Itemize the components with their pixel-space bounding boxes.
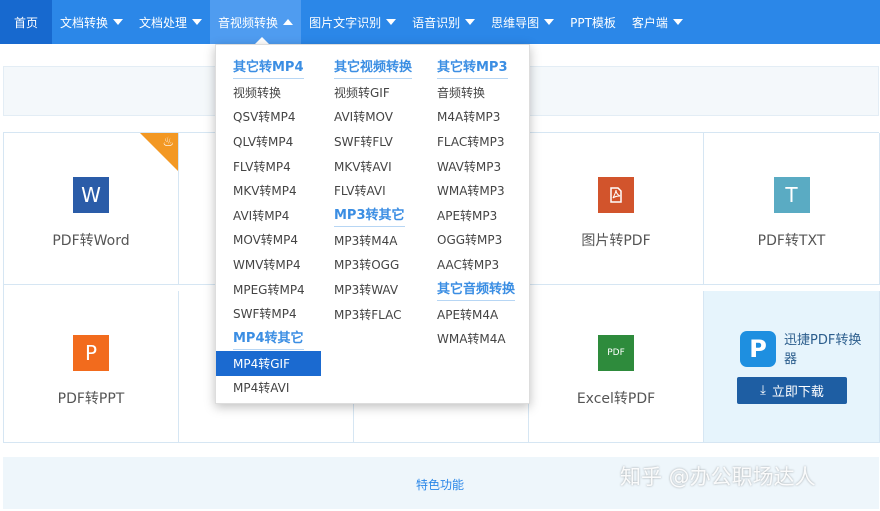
- dropdown-item[interactable]: FLV转AVI: [334, 178, 429, 203]
- top-nav: 首页 文档转换 文档处理 音视频转换 图片文字识别 语音识别 思维导图 PPT模…: [0, 0, 880, 44]
- caret-down-icon: [544, 19, 555, 25]
- nav-item-client[interactable]: 客户端: [624, 0, 691, 44]
- dropdown-item[interactable]: MPEG转MP4: [216, 277, 321, 302]
- dropdown-item[interactable]: AAC转MP3: [437, 252, 529, 277]
- dropdown-column-mp3: 其它转MP3 音频转换 M4A转MP3 FLAC转MP3 WAV转MP3 WMA…: [437, 55, 529, 351]
- tool-label: PDF转Word: [52, 233, 130, 249]
- dropdown-item[interactable]: QLV转MP4: [216, 129, 321, 154]
- caret-down-icon: [386, 19, 397, 25]
- tool-label: PDF转PPT: [57, 391, 125, 407]
- dropdown-item[interactable]: MP3转M4A: [334, 228, 429, 253]
- dropdown-item[interactable]: SWF转FLV: [334, 129, 429, 154]
- tool-card-pdf-to-ppt[interactable]: P PDF转PPT: [4, 291, 179, 443]
- nav-item-label: 首页: [14, 15, 39, 30]
- dropdown-item[interactable]: AVI转MP4: [216, 203, 321, 228]
- dropdown-item[interactable]: AVI转MOV: [334, 105, 429, 130]
- nav-item-ppt[interactable]: PPT模板: [562, 0, 624, 44]
- nav-item-label: 思维导图: [491, 15, 540, 30]
- dropdown-item[interactable]: QSV转MP4: [216, 105, 321, 130]
- dropdown-item[interactable]: MKV转MP4: [216, 178, 321, 203]
- dropdown-item[interactable]: WMA转M4A: [437, 326, 529, 351]
- dropdown-item[interactable]: APE转MP3: [437, 203, 529, 228]
- dropdown-item[interactable]: 视频转GIF: [334, 80, 429, 105]
- dropdown-item[interactable]: 视频转换: [216, 80, 321, 105]
- dropdown-header: 其它视频转换: [334, 55, 429, 80]
- tool-label: PDF转TXT: [757, 233, 826, 249]
- dropdown-item[interactable]: MP3转WAV: [334, 277, 429, 302]
- txt-icon: T: [773, 177, 810, 213]
- nav-item-home[interactable]: 首页: [0, 0, 53, 44]
- caret-down-icon: [465, 19, 476, 25]
- dropdown-item-active[interactable]: MP4转GIF: [216, 350, 321, 376]
- caret-up-icon: [283, 19, 294, 25]
- dropdown-header-label: 其它音频转换: [437, 278, 516, 301]
- dropdown-header-label: MP3转其它: [334, 204, 405, 227]
- caret-down-icon: [672, 19, 683, 25]
- dropdown-item[interactable]: MKV转AVI: [334, 154, 429, 179]
- tool-card-image-to-pdf[interactable]: 图片转PDF: [529, 133, 704, 285]
- dropdown-header-label: 其它转MP4: [233, 56, 304, 79]
- nav-item-label: 文档转换: [60, 15, 109, 30]
- tool-card-pdf-to-txt[interactable]: T PDF转TXT: [704, 133, 880, 285]
- pdf-icon: [598, 177, 634, 213]
- dropdown-item[interactable]: APE转M4A: [437, 302, 529, 327]
- flame-icon: ♨: [162, 135, 174, 150]
- dropdown-notch: [255, 37, 269, 44]
- dropdown-item[interactable]: WMA转MP3: [437, 178, 529, 203]
- dropdown-item[interactable]: MOV转MP4: [216, 228, 321, 253]
- dropdown-header: MP3转其它: [334, 203, 429, 228]
- nav-item-doc-process[interactable]: 文档处理: [131, 0, 210, 44]
- tool-card-pdf-to-word[interactable]: ♨ W PDF转Word: [4, 133, 179, 285]
- nav-item-mindmap[interactable]: 思维导图: [483, 0, 562, 44]
- dropdown-item[interactable]: MP4转AVI: [216, 376, 321, 401]
- ppt-icon: P: [73, 335, 109, 371]
- nav-item-speech[interactable]: 语音识别: [404, 0, 483, 44]
- av-convert-dropdown: 其它转MP4 视频转换 QSV转MP4 QLV转MP4 FLV转MP4 MKV转…: [215, 44, 530, 404]
- dropdown-item[interactable]: 音频转换: [437, 80, 529, 105]
- dropdown-header: 其它转MP4: [216, 55, 321, 80]
- dropdown-item[interactable]: WAV转MP3: [437, 154, 529, 179]
- word-icon: W: [73, 177, 109, 213]
- nav-item-label: 客户端: [631, 15, 668, 30]
- dropdown-column-mp4: 其它转MP4 视频转换 QSV转MP4 QLV转MP4 FLV转MP4 MKV转…: [216, 55, 321, 400]
- dropdown-header: MP4转其它: [216, 326, 321, 351]
- promo-title: 迅捷PDF转换器: [784, 333, 862, 367]
- dropdown-item[interactable]: M4A转MP3: [437, 105, 529, 130]
- nav-item-ocr[interactable]: 图片文字识别: [301, 0, 404, 44]
- dropdown-header: 其它音频转换: [437, 277, 529, 302]
- promo-card: P 迅捷PDF转换器 ⤓ 立即下载: [704, 291, 880, 443]
- dropdown-column-video: 其它视频转换 视频转GIF AVI转MOV SWF转FLV MKV转AVI FL…: [334, 55, 429, 326]
- dropdown-item[interactable]: WMV转MP4: [216, 252, 321, 277]
- download-label: 立即下载: [771, 385, 824, 400]
- tool-label: Excel转PDF: [576, 391, 656, 407]
- caret-down-icon: [192, 19, 203, 25]
- app-logo-icon: P: [740, 331, 776, 367]
- dropdown-header: 其它转MP3: [437, 55, 529, 80]
- dropdown-item[interactable]: FLV转MP4: [216, 154, 321, 179]
- dropdown-item[interactable]: SWF转MP4: [216, 301, 321, 326]
- nav-item-label: 音视频转换: [218, 15, 279, 30]
- dropdown-header-label: 其它视频转换: [334, 56, 413, 79]
- dropdown-header-label: 其它转MP3: [437, 56, 508, 79]
- excel-pdf-icon: PDF: [598, 335, 634, 371]
- nav-item-label: 语音识别: [412, 15, 461, 30]
- dropdown-item[interactable]: FLAC转MP3: [437, 129, 529, 154]
- watermark: 知乎 @办公职场达人: [620, 465, 816, 489]
- dropdown-item[interactable]: MP3转FLAC: [334, 302, 429, 327]
- caret-down-icon: [113, 19, 124, 25]
- dropdown-header-label: MP4转其它: [233, 327, 304, 350]
- download-icon: ⤓: [760, 383, 766, 398]
- nav-item-label: 文档处理: [139, 15, 188, 30]
- nav-item-doc-convert[interactable]: 文档转换: [52, 0, 131, 44]
- nav-item-label: 图片文字识别: [309, 15, 382, 30]
- dropdown-item[interactable]: OGG转MP3: [437, 228, 529, 253]
- download-button[interactable]: ⤓ 立即下载: [737, 377, 847, 404]
- nav-item-label: PPT模板: [570, 15, 616, 30]
- tool-label: 图片转PDF: [581, 233, 651, 249]
- dropdown-item[interactable]: MP3转OGG: [334, 253, 429, 278]
- tool-card-excel-to-pdf[interactable]: PDF Excel转PDF: [529, 291, 704, 443]
